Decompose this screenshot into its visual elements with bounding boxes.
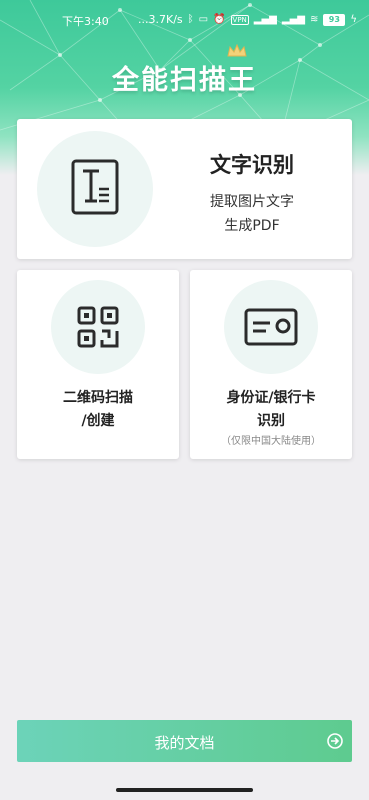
- text-recognition-card[interactable]: 文字识别 提取图片文字 生成PDF: [17, 119, 352, 259]
- arrow-right-circle-icon: [327, 733, 343, 749]
- net-speed: ...3.7K/s: [138, 13, 183, 26]
- vpn-icon: VPN: [230, 14, 249, 25]
- status-bar: 下午3:40 ...3.7K/s ᛒ ▭ ⏰ VPN ▂▄▆ ▂▄▆ ≋ 93 …: [0, 0, 369, 40]
- id-card-title-line2: 识别: [257, 413, 285, 429]
- id-card-icon: [244, 308, 298, 346]
- my-documents-label: 我的文档: [154, 734, 215, 752]
- qr-title-line2: /创建: [81, 413, 115, 429]
- my-documents-button[interactable]: 我的文档: [17, 720, 352, 762]
- vibrate-icon: ▭: [198, 14, 209, 25]
- crown-icon: [227, 44, 247, 57]
- document-text-icon: [71, 159, 119, 215]
- bluetooth-icon: ᛒ: [187, 14, 194, 25]
- status-time: 下午3:40: [62, 15, 109, 28]
- signal-hd-icon-2: ▂▄▆: [281, 14, 305, 25]
- text-recognition-line2: 生成PDF: [224, 218, 280, 234]
- id-card-title-line1: 身份证/银行卡: [226, 390, 316, 406]
- qr-scan-card[interactable]: 二维码扫描 /创建: [17, 270, 179, 459]
- wifi-icon: ≋: [309, 14, 319, 25]
- app-title: 全能扫描王: [112, 65, 257, 96]
- status-icons: ...3.7K/s ᛒ ▭ ⏰ VPN ▂▄▆ ▂▄▆ ≋ 93 ϟ: [138, 13, 357, 26]
- signal-hd-icon: ▂▄▆: [253, 14, 277, 25]
- home-indicator[interactable]: [116, 788, 253, 792]
- id-card-card[interactable]: 身份证/银行卡 识别 （仅限中国大陆使用）: [190, 270, 352, 459]
- text-recognition-line1: 提取图片文字: [210, 194, 294, 210]
- battery-icon: 93: [323, 13, 346, 26]
- id-card-note: （仅限中国大陆使用）: [221, 436, 321, 447]
- text-recognition-title: 文字识别: [210, 153, 294, 177]
- alarm-off-icon: ⏰: [213, 14, 226, 25]
- charging-icon: ϟ: [350, 14, 357, 25]
- qr-code-icon: [77, 306, 119, 348]
- qr-title-line1: 二维码扫描: [63, 390, 133, 406]
